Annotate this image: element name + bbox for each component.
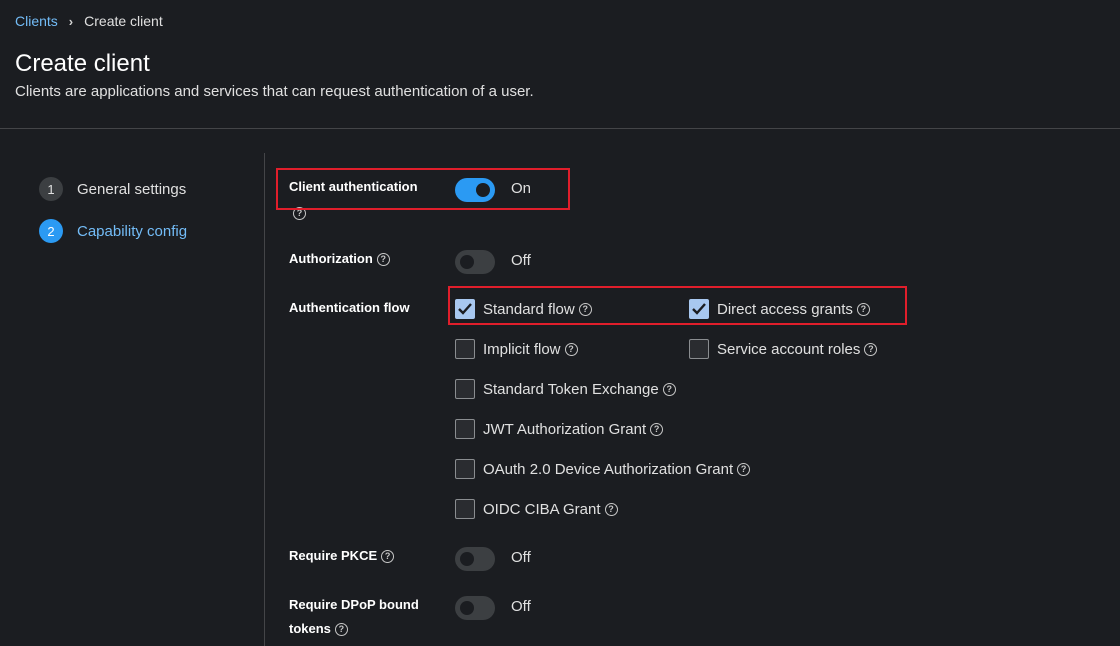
question-circle-icon[interactable]: ? bbox=[864, 342, 878, 356]
require-dpop-label: Require DPoP bound bbox=[289, 593, 419, 617]
require-dpop-state: Off bbox=[511, 598, 531, 615]
breadcrumb-clients-link[interactable]: Clients bbox=[15, 13, 58, 29]
question-circle-icon[interactable]: ? bbox=[381, 550, 395, 564]
checkbox[interactable] bbox=[455, 299, 475, 319]
authorization-switch[interactable] bbox=[455, 250, 495, 274]
checkbox-oauth-device-authorization-grant[interactable]: OAuth 2.0 Device Authorization Grant ? bbox=[455, 459, 751, 479]
require-dpop-label-line2: tokens bbox=[289, 621, 331, 636]
wizard-step-general-settings[interactable]: 1 General settings bbox=[39, 177, 186, 201]
step-label: General settings bbox=[77, 180, 187, 198]
authentication-flow-label: Authentication flow bbox=[289, 296, 410, 320]
checkbox[interactable] bbox=[455, 339, 475, 359]
page-description: Clients are applications and services th… bbox=[15, 83, 534, 100]
checkbox-label: OIDC CIBA Grant bbox=[483, 500, 601, 518]
step-label: Capability config bbox=[77, 222, 188, 240]
checkbox-direct-access-grants[interactable]: Direct access grants ? bbox=[689, 299, 870, 319]
step-number: 2 bbox=[39, 219, 63, 243]
question-circle-icon[interactable]: ? bbox=[737, 462, 751, 476]
client-authentication-label: Client authentication bbox=[289, 175, 418, 199]
checkbox-implicit-flow[interactable]: Implicit flow ? bbox=[455, 339, 578, 359]
chevron-right-icon: › bbox=[68, 13, 74, 29]
question-circle-icon[interactable]: ? bbox=[376, 253, 390, 267]
require-pkce-label-text: Require PKCE bbox=[289, 548, 378, 563]
checkbox[interactable] bbox=[455, 379, 475, 399]
checkbox[interactable] bbox=[689, 339, 709, 359]
wizard-step-capability-config[interactable]: 2 Capability config bbox=[39, 219, 187, 243]
checkbox-label: OAuth 2.0 Device Authorization Grant bbox=[483, 460, 734, 478]
checkbox[interactable] bbox=[455, 419, 475, 439]
header-divider bbox=[0, 128, 1120, 129]
checkbox[interactable] bbox=[689, 299, 709, 319]
question-circle-icon[interactable]: ? bbox=[564, 342, 578, 356]
client-authentication-label-text: Client authentication bbox=[289, 179, 418, 194]
breadcrumb: Clients › Create client bbox=[15, 13, 163, 29]
checkbox-service-account-roles[interactable]: Service account roles ? bbox=[689, 339, 878, 359]
authorization-label: Authorization? bbox=[289, 247, 390, 271]
checkbox-jwt-authorization-grant[interactable]: JWT Authorization Grant ? bbox=[455, 419, 664, 439]
checkbox-label: Standard Token Exchange bbox=[483, 380, 659, 398]
checkbox-label: Service account roles bbox=[717, 340, 861, 358]
checkbox-label: Standard flow bbox=[483, 300, 575, 318]
require-pkce-state: Off bbox=[511, 549, 531, 566]
checkbox-label: Direct access grants bbox=[717, 300, 853, 318]
require-dpop-label-line1: Require DPoP bound bbox=[289, 597, 419, 612]
breadcrumb-current: Create client bbox=[84, 13, 163, 29]
authorization-label-text: Authorization bbox=[289, 251, 373, 266]
check-icon bbox=[458, 303, 472, 315]
require-dpop-switch[interactable] bbox=[455, 596, 495, 620]
wizard-divider bbox=[264, 153, 265, 646]
client-authentication-state: On bbox=[511, 180, 532, 197]
checkbox-oidc-ciba-grant[interactable]: OIDC CIBA Grant ? bbox=[455, 499, 618, 519]
checkbox-label: Implicit flow bbox=[483, 340, 561, 358]
checkbox-standard-token-exchange[interactable]: Standard Token Exchange ? bbox=[455, 379, 676, 399]
authentication-flow-label-text: Authentication flow bbox=[289, 300, 410, 315]
page-title: Create client bbox=[15, 50, 150, 77]
checkbox[interactable] bbox=[455, 499, 475, 519]
checkbox-standard-flow[interactable]: Standard flow ? bbox=[455, 299, 592, 319]
step-number: 1 bbox=[39, 177, 63, 201]
question-circle-icon[interactable]: ? bbox=[578, 302, 592, 316]
checkbox[interactable] bbox=[455, 459, 475, 479]
question-circle-icon[interactable]: ? bbox=[650, 422, 664, 436]
authorization-state: Off bbox=[511, 252, 531, 269]
require-pkce-switch[interactable] bbox=[455, 547, 495, 571]
client-authentication-switch[interactable] bbox=[455, 178, 495, 202]
question-circle-icon[interactable]: ? bbox=[334, 623, 348, 637]
require-dpop-label-second-line: tokens? bbox=[289, 617, 348, 641]
question-circle-icon[interactable]: ? bbox=[856, 302, 870, 316]
require-pkce-label: Require PKCE? bbox=[289, 544, 395, 568]
question-circle-icon[interactable]: ? bbox=[604, 502, 618, 516]
question-circle-icon[interactable]: ? bbox=[293, 207, 306, 220]
question-circle-icon[interactable]: ? bbox=[662, 382, 676, 396]
check-icon bbox=[692, 303, 706, 315]
checkbox-label: JWT Authorization Grant bbox=[483, 420, 647, 438]
